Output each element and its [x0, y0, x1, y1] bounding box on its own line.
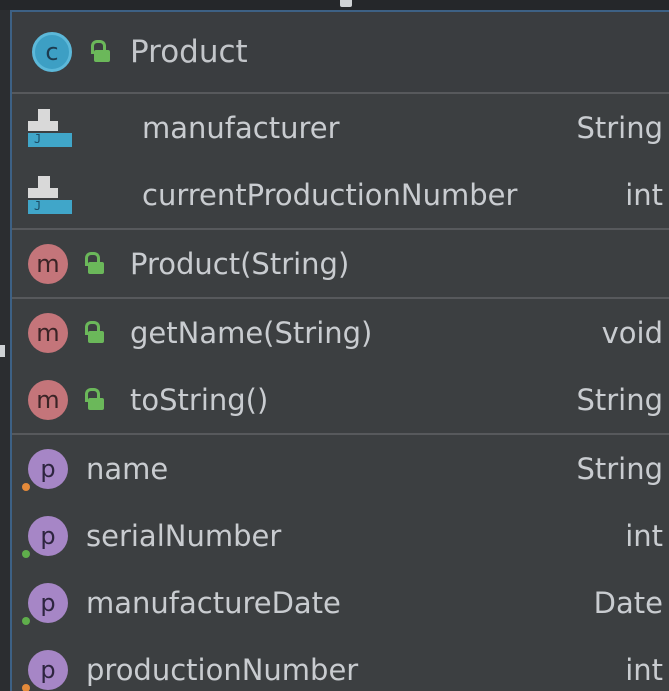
class-name: Product: [130, 34, 248, 70]
method-icon: m: [28, 312, 68, 353]
class-icon: c: [32, 32, 72, 72]
fields-section: J manufacturer String J currentProductio…: [12, 94, 669, 230]
property-row[interactable]: p name String: [12, 435, 669, 502]
field-type: String: [576, 110, 663, 145]
access-dot-icon: [22, 482, 30, 491]
property-row[interactable]: p serialNumber int: [12, 502, 669, 569]
field-icon: J: [24, 170, 74, 220]
method-icon: m: [28, 243, 68, 284]
method-row[interactable]: m getName(String) void: [12, 299, 669, 366]
access-dot-icon: [22, 683, 30, 691]
property-name: name: [86, 451, 169, 486]
diagram-canvas: c Product J manufacturer String J curren…: [0, 0, 669, 691]
field-row[interactable]: J currentProductionNumber int: [12, 161, 669, 228]
property-name: manufactureDate: [86, 585, 341, 620]
public-lock-icon: [82, 387, 104, 412]
property-type: Date: [593, 585, 663, 620]
property-row[interactable]: p productionNumber int: [12, 636, 669, 691]
method-row[interactable]: m toString() String: [12, 366, 669, 433]
property-type: int: [625, 518, 663, 553]
property-icon: p: [22, 448, 68, 491]
method-icon: m: [28, 379, 68, 420]
constructors-section: m Product(String): [12, 230, 669, 299]
top-strip: [0, 0, 669, 10]
field-name: currentProductionNumber: [142, 177, 518, 212]
property-type: String: [576, 451, 663, 486]
property-icon: p: [22, 649, 68, 691]
property-name: serialNumber: [86, 518, 282, 553]
resize-handle-left[interactable]: [0, 345, 5, 357]
access-dot-icon: [22, 616, 30, 625]
uml-class-node[interactable]: c Product J manufacturer String J curren…: [10, 10, 669, 691]
field-type: int: [625, 177, 663, 212]
property-name: productionNumber: [86, 652, 359, 687]
access-dot-icon: [22, 549, 30, 558]
method-name: toString(): [130, 382, 269, 417]
method-return-type: void: [601, 315, 663, 350]
property-icon: p: [22, 582, 68, 625]
properties-section: p name String p serialNumber int p manuf…: [12, 435, 669, 691]
method-name: getName(String): [130, 315, 373, 350]
public-lock-icon: [88, 40, 110, 64]
methods-section: m getName(String) void m toString() Stri…: [12, 299, 669, 435]
method-return-type: String: [576, 382, 663, 417]
constructor-row[interactable]: m Product(String): [12, 230, 669, 297]
resize-handle-top[interactable]: [340, 0, 352, 7]
field-name: manufacturer: [142, 110, 340, 145]
constructor-name: Product(String): [130, 246, 350, 281]
property-type: int: [625, 652, 663, 687]
class-header[interactable]: c Product: [12, 12, 669, 94]
public-lock-icon: [82, 251, 104, 276]
field-row[interactable]: J manufacturer String: [12, 94, 669, 161]
property-row[interactable]: p manufactureDate Date: [12, 569, 669, 636]
field-icon: J: [24, 103, 74, 153]
public-lock-icon: [82, 320, 104, 345]
property-icon: p: [22, 515, 68, 558]
